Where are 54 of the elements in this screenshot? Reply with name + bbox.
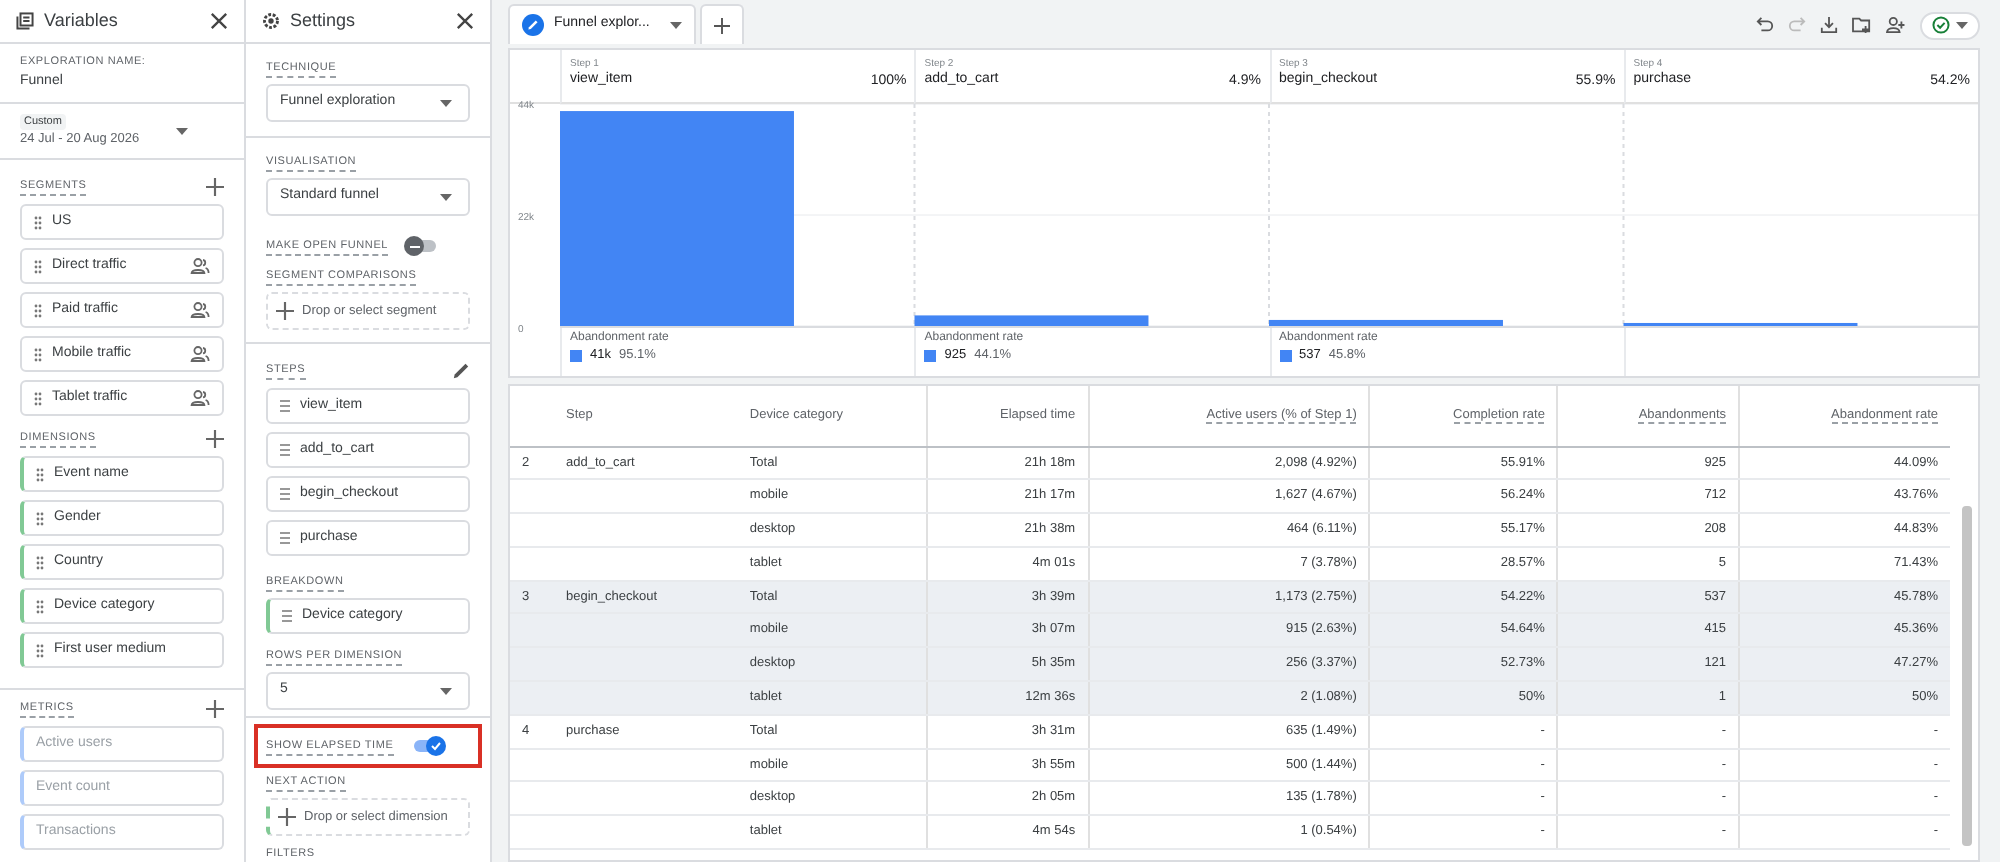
add-icon[interactable] [278,808,296,826]
share-user-icon[interactable] [1886,16,1906,34]
caret-icon [440,193,452,201]
drag-handle-icon[interactable] [280,532,290,544]
users-icon [190,390,210,406]
legend-swatch [1279,350,1291,363]
caret-icon [1956,21,1968,29]
pencil-icon[interactable] [452,362,470,380]
drag-handle-icon[interactable] [34,347,42,361]
caret-icon [669,21,682,29]
settings-icon [262,12,280,30]
variables-icon [16,12,34,30]
check-circle-icon [1932,16,1950,34]
caret-icon [176,127,188,135]
add-tab-button[interactable] [699,4,744,44]
funnel-bar[interactable] [1269,319,1503,326]
close-icon[interactable] [456,12,474,30]
users-icon [190,258,210,274]
add-icon[interactable] [206,178,224,196]
drag-handle-icon[interactable] [34,215,42,229]
legend-swatch [924,350,937,363]
drag-handle-icon[interactable] [36,467,44,481]
legend-swatch [570,350,582,363]
users-icon [190,346,210,362]
drag-handle-icon[interactable] [36,555,44,569]
minus-icon [409,245,420,247]
panel-title: Settings [290,10,358,32]
plus-icon [713,17,730,33]
caret-icon [440,99,452,107]
drag-handle-icon[interactable] [282,610,292,622]
undo-icon[interactable] [1756,16,1774,34]
drag-handle-icon[interactable] [36,643,44,657]
close-icon[interactable] [210,12,228,30]
drag-handle-icon[interactable] [34,303,42,317]
add-icon[interactable] [206,700,224,718]
status-button[interactable] [1920,11,1980,39]
users-icon [190,302,210,318]
add-icon[interactable] [276,302,294,320]
drag-handle-icon[interactable] [34,259,42,273]
caret-icon [440,687,452,695]
panel-title: Variables [44,10,120,32]
drag-handle-icon[interactable] [36,599,44,613]
drag-handle-icon[interactable] [34,391,42,405]
folder-add-icon[interactable] [1852,16,1872,34]
drag-handle-icon[interactable] [36,511,44,525]
check-icon [429,740,442,752]
drag-handle-icon[interactable] [280,400,290,412]
toggle-switch[interactable] [408,240,437,252]
add-icon[interactable] [206,430,224,448]
download-icon[interactable] [1820,16,1838,34]
drag-handle-icon[interactable] [280,444,290,456]
drag-handle-icon[interactable] [280,488,290,500]
toggle-switch[interactable] [413,740,442,752]
pencil-icon [522,14,544,36]
